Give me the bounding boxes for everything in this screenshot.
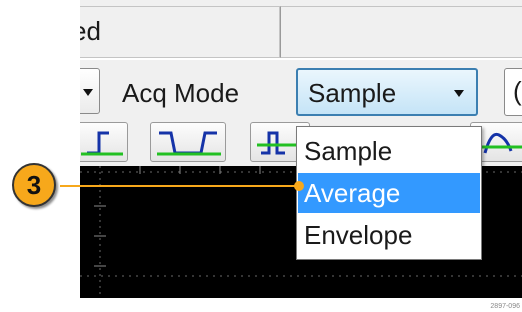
next-control[interactable]: ( (504, 68, 522, 116)
option-envelope[interactable]: Envelope (298, 215, 480, 255)
rising-edge-button[interactable] (80, 122, 128, 162)
toolbar-divider (80, 58, 522, 60)
figure-id: 2897-096 (490, 303, 520, 310)
acq-mode-label: Acq Mode (122, 78, 240, 108)
callout-number-badge: 3 (12, 163, 56, 207)
rising-edge-icon (81, 131, 123, 156)
option-average[interactable]: Average (298, 173, 480, 213)
status-text: ed (80, 16, 101, 46)
option-sample[interactable]: Sample (298, 131, 480, 171)
acq-mode-dropdown-list: Sample Average Envelope (296, 126, 482, 260)
next-control-text: ( (513, 76, 522, 106)
status-cell (280, 6, 522, 58)
callout-pointer-dot (294, 181, 304, 191)
trigger-dropdown[interactable] (80, 68, 100, 114)
pulse-width-button[interactable] (150, 122, 226, 162)
chevron-down-icon (454, 90, 464, 97)
callout-leader-line (60, 185, 300, 187)
chevron-down-icon (83, 89, 93, 96)
status-bar: ed (80, 0, 522, 59)
acq-mode-select[interactable]: Sample (296, 68, 478, 116)
acquisition-panel: ed Acq Mode Sample ( (80, 0, 522, 298)
status-cell: ed (80, 6, 280, 58)
pulse-width-icon (157, 131, 221, 156)
acq-mode-value: Sample (308, 78, 397, 108)
